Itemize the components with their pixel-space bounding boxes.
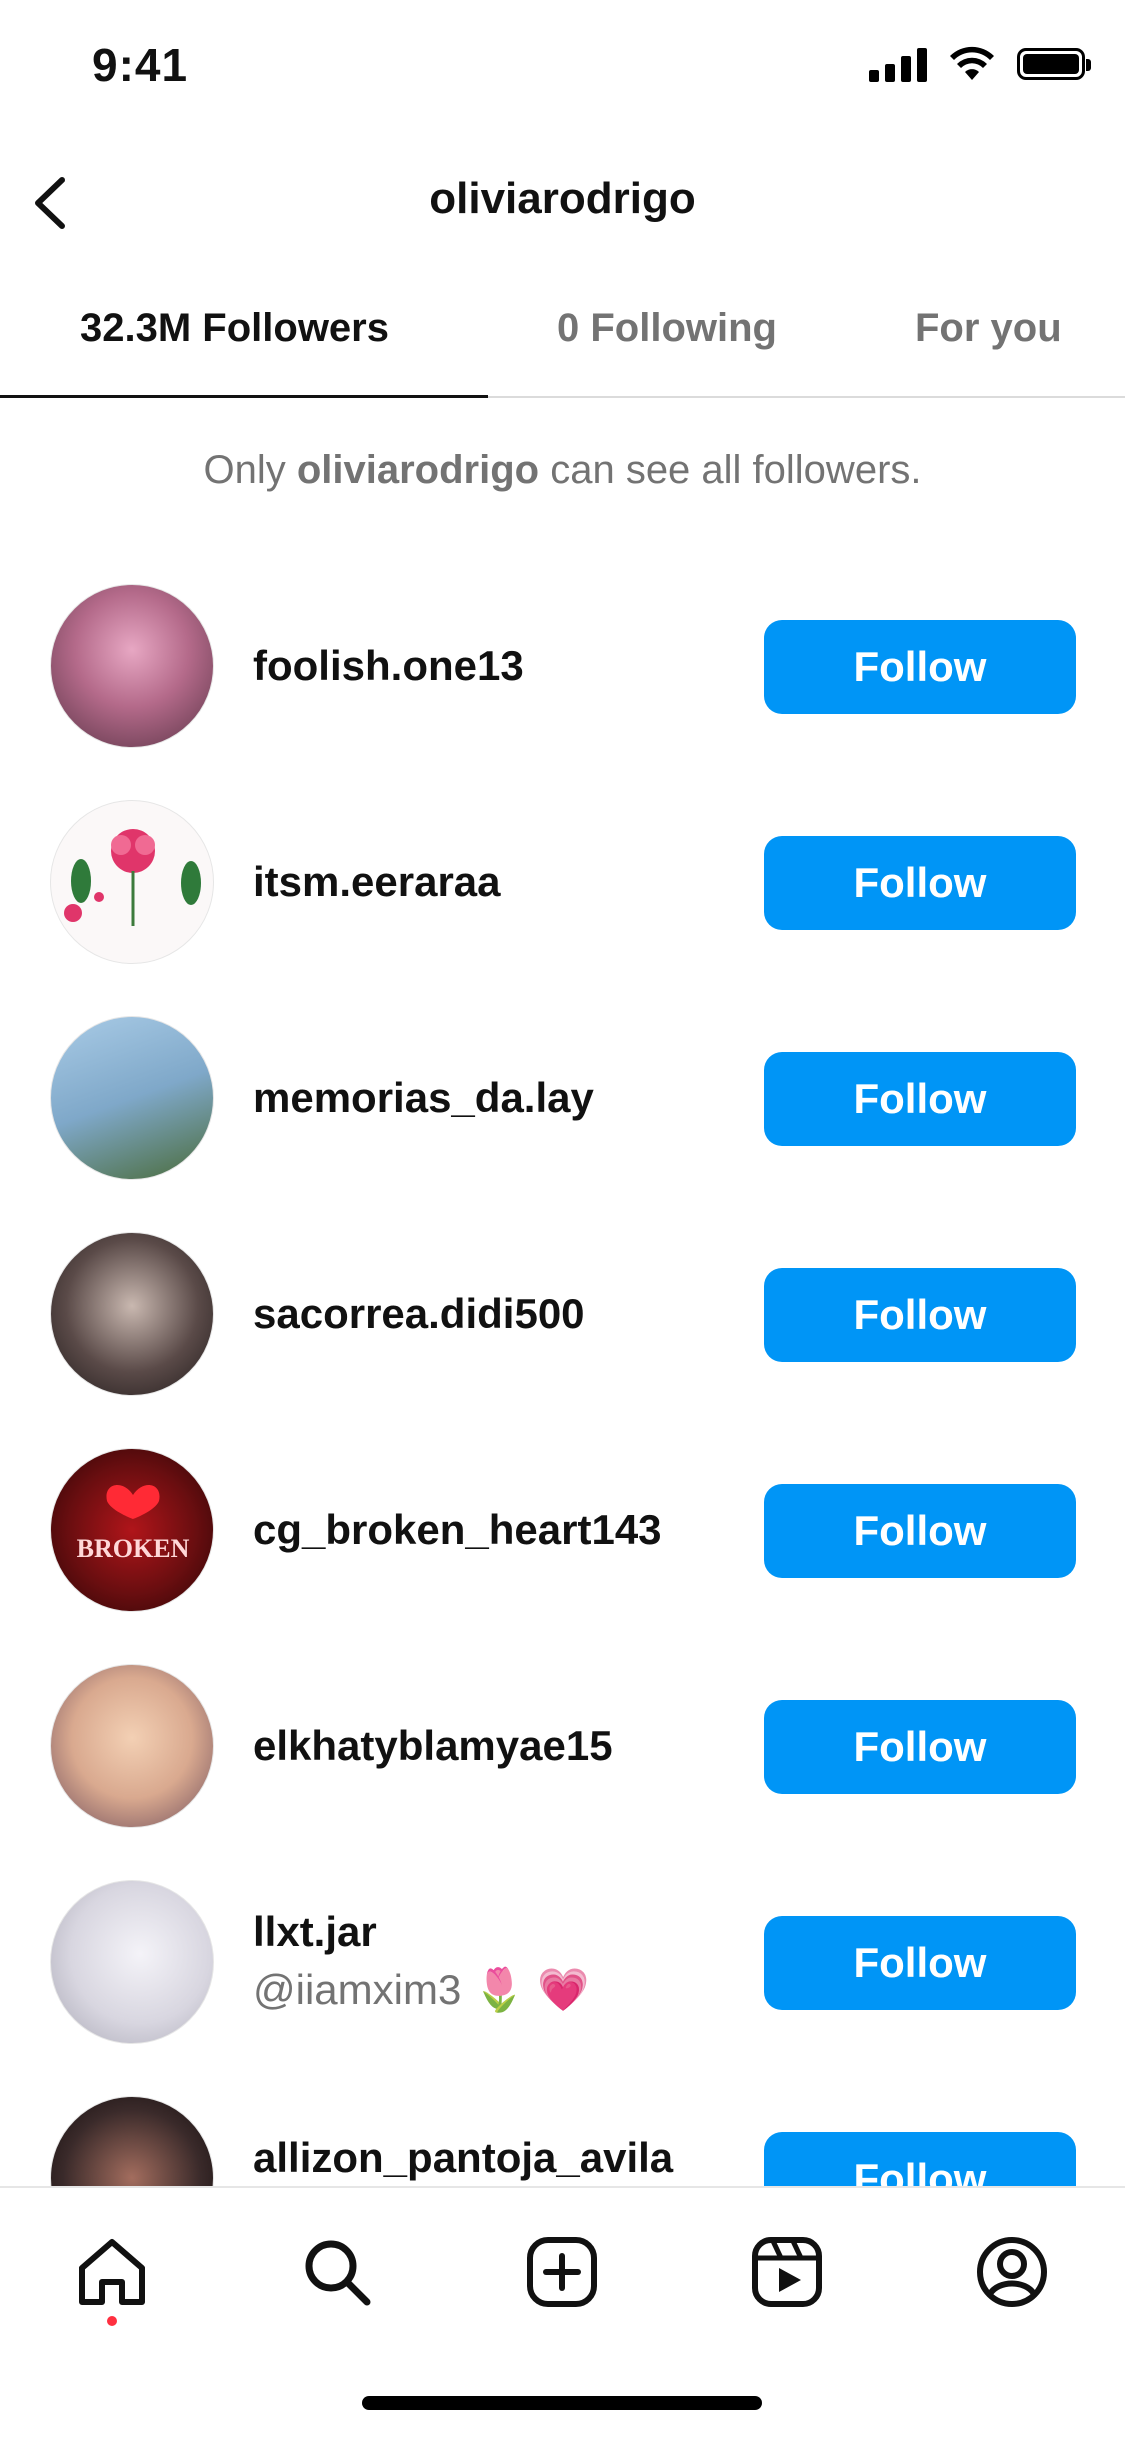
wifi-icon	[950, 46, 994, 80]
flower-image	[64, 829, 201, 926]
active-tab-indicator	[0, 395, 488, 398]
home-indicator[interactable]	[362, 2396, 762, 2410]
list-item[interactable]: itsm.eeraraa Follow	[0, 796, 1125, 1012]
tab-for-you[interactable]: For you	[915, 306, 1062, 351]
notice-suffix: can see all followers.	[539, 448, 922, 492]
notice-prefix: Only	[203, 448, 297, 492]
avatar[interactable]	[50, 1016, 214, 1180]
search-icon	[305, 2240, 371, 2306]
follow-button[interactable]: Follow	[764, 836, 1076, 930]
avatar[interactable]: BROKEN	[50, 1448, 214, 1612]
status-bar: 9:41	[0, 0, 1125, 140]
nav-reels[interactable]	[747, 2232, 827, 2312]
create-icon	[527, 2237, 597, 2307]
username[interactable]: foolish.one13	[253, 642, 524, 690]
list-item[interactable]: memorias_da.lay Follow	[0, 1012, 1125, 1228]
follow-button[interactable]: Follow	[764, 1052, 1076, 1146]
username[interactable]: cg_broken_heart143	[253, 1506, 662, 1554]
follow-button[interactable]: Follow	[764, 620, 1076, 714]
username[interactable]: sacorrea.didi500	[253, 1290, 585, 1338]
tab-bar: 32.3M Followers 0 Following For you	[0, 270, 1125, 398]
username[interactable]: itsm.eeraraa	[253, 858, 501, 906]
follow-button[interactable]: Follow	[764, 1700, 1076, 1794]
tab-followers[interactable]: 32.3M Followers	[80, 306, 389, 351]
avatar[interactable]	[50, 1232, 214, 1396]
svg-text:BROKEN: BROKEN	[77, 1534, 190, 1563]
list-item[interactable]: elkhatyblamyae15 Follow	[0, 1660, 1125, 1876]
battery-icon	[1017, 48, 1091, 80]
follow-button[interactable]: Follow	[764, 1268, 1076, 1362]
reels-icon	[752, 2237, 822, 2307]
username[interactable]: llxt.jar	[253, 1908, 377, 1956]
username[interactable]: elkhatyblamyae15	[253, 1722, 613, 1770]
followers-privacy-notice: Only oliviarodrigo can see all followers…	[0, 448, 1125, 493]
list-item[interactable]: BROKEN cg_broken_heart143 Follow	[0, 1444, 1125, 1660]
display-name: @iiamxim3 🌷 💗	[253, 1966, 590, 2013]
notification-dot	[107, 2316, 117, 2326]
nav-home[interactable]	[72, 2232, 152, 2312]
nav-profile[interactable]	[972, 2232, 1052, 2312]
profile-icon	[977, 2237, 1047, 2307]
tab-following[interactable]: 0 Following	[557, 306, 777, 351]
page-title: oliviarodrigo	[429, 174, 696, 223]
status-time: 9:41	[92, 39, 189, 91]
notice-account-name: oliviarodrigo	[296, 448, 540, 492]
follow-button[interactable]: Follow	[764, 1916, 1076, 2010]
username[interactable]: allizon_pantoja_avila	[253, 2134, 673, 2182]
home-icon	[79, 2239, 145, 2305]
avatar[interactable]	[50, 1664, 214, 1828]
nav-search[interactable]	[297, 2232, 377, 2312]
list-item[interactable]: sacorrea.didi500 Follow	[0, 1228, 1125, 1444]
nav-create[interactable]	[522, 2232, 602, 2312]
avatar[interactable]	[50, 800, 214, 964]
header: oliviarodrigo	[0, 140, 1125, 260]
avatar[interactable]	[50, 1880, 214, 2044]
cellular-signal-icon	[869, 46, 927, 82]
list-item[interactable]: foolish.one13 Follow	[0, 580, 1125, 796]
status-icons	[869, 46, 1091, 82]
follow-button[interactable]: Follow	[764, 1484, 1076, 1578]
username[interactable]: memorias_da.lay	[253, 1074, 594, 1122]
list-item[interactable]: llxt.jar @iiamxim3 🌷 💗 Follow	[0, 1876, 1125, 2092]
broken-heart-image: BROKEN	[77, 1484, 190, 1563]
avatar[interactable]	[50, 584, 214, 748]
